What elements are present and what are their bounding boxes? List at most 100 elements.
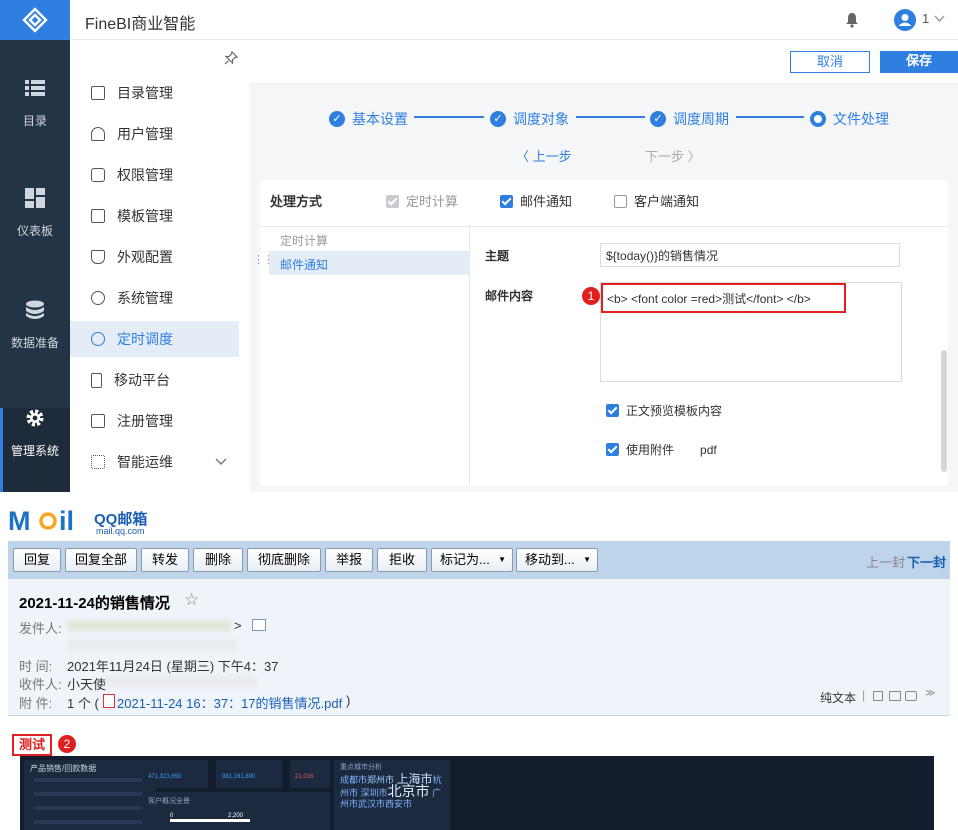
note-icon[interactable] bbox=[873, 691, 883, 701]
option-client-notify[interactable]: 客户端通知 bbox=[614, 191, 699, 210]
option-email-notify[interactable]: 邮件通知 bbox=[500, 191, 572, 210]
report-button[interactable]: 举报 bbox=[325, 548, 373, 572]
pin-icon[interactable] bbox=[224, 51, 238, 65]
recipient-redacted bbox=[106, 676, 256, 687]
ops-icon bbox=[91, 455, 105, 469]
panel-sales-title: 产品销售/回款数据 bbox=[30, 764, 97, 773]
next-step-button[interactable]: 下一步 〉 bbox=[645, 146, 701, 165]
permanent-delete-button[interactable]: 彻底删除 bbox=[247, 548, 321, 572]
subject-label: 主题 bbox=[485, 249, 510, 263]
prev-mail-link[interactable]: 上一封 bbox=[866, 552, 905, 571]
checkbox-icon bbox=[500, 195, 513, 208]
panel-toolbar: 取消 保存 bbox=[250, 40, 958, 84]
city-word: 深圳市 bbox=[360, 788, 388, 798]
city-word: 西安市 bbox=[385, 799, 413, 809]
to-label: 收件人: bbox=[19, 677, 62, 692]
print-icon[interactable] bbox=[905, 691, 917, 701]
step-connector bbox=[736, 116, 804, 118]
nav-item-dashboard[interactable]: 仪表板 bbox=[0, 188, 70, 278]
menu-item-permission[interactable]: 权限管理 bbox=[70, 157, 239, 193]
content-text: <b> <font color =red>测试</font> </b> bbox=[601, 283, 846, 313]
step-basic[interactable]: ✓ 基本设置 bbox=[329, 109, 408, 129]
preview-template-option[interactable]: 正文预览模板内容 bbox=[606, 402, 722, 419]
app-logo[interactable] bbox=[0, 0, 70, 40]
delete-button[interactable]: 删除 bbox=[193, 548, 243, 572]
reject-button[interactable]: 拒收 bbox=[377, 548, 427, 572]
menu-item-catalog[interactable]: 目录管理 bbox=[70, 75, 239, 111]
sender-suffix: > bbox=[234, 618, 242, 633]
option-scheduled-calc[interactable]: 定时计算 bbox=[386, 191, 458, 210]
menu-item-system[interactable]: 系统管理 bbox=[70, 280, 239, 316]
plain-text-link[interactable]: 纯文本 bbox=[820, 689, 856, 706]
step-label: 基本设置 bbox=[352, 111, 408, 127]
reply-button[interactable]: 回复 bbox=[13, 548, 61, 572]
clock-icon bbox=[91, 332, 105, 346]
expand-icon[interactable]: ≫ bbox=[925, 688, 935, 699]
menu-item-ops[interactable]: 智能运维 bbox=[70, 444, 239, 480]
step-period[interactable]: ✓ 调度周期 bbox=[650, 109, 729, 129]
checkbox-icon bbox=[606, 404, 619, 417]
menu-item-schedule[interactable]: 定时调度 bbox=[70, 321, 239, 357]
reply-all-button[interactable]: 回复全部 bbox=[65, 548, 137, 572]
menu-item-appearance[interactable]: 外观配置 bbox=[70, 239, 239, 275]
menu-item-mobile[interactable]: 移动平台 bbox=[70, 362, 239, 398]
contact-card-icon[interactable] bbox=[252, 619, 266, 631]
toolbar-separator: | bbox=[862, 688, 866, 702]
chevron-right-icon: 〉 bbox=[684, 149, 701, 164]
nav-item-catalog[interactable]: 目录 bbox=[0, 78, 70, 168]
to-value: 小天使 bbox=[67, 677, 107, 692]
left-navbar: 目录 仪表板 数据准备 管理系统 bbox=[0, 0, 70, 492]
pdf-icon bbox=[103, 694, 115, 708]
divider bbox=[469, 227, 470, 486]
mail-logo-icon: M il bbox=[8, 506, 74, 536]
drag-handle-icon[interactable]: ⋮⋮ bbox=[253, 253, 274, 266]
city-word: 北京市 bbox=[387, 783, 430, 799]
next-mail-link[interactable]: 下一封 bbox=[907, 552, 946, 571]
nav-item-admin[interactable]: 管理系统 bbox=[0, 408, 70, 492]
step-object[interactable]: ✓ 调度对象 bbox=[490, 109, 569, 129]
scrollbar[interactable] bbox=[941, 350, 947, 472]
cancel-button[interactable]: 取消 bbox=[790, 51, 870, 73]
callout-badge-2: 2 bbox=[58, 735, 76, 753]
open-icon[interactable] bbox=[889, 691, 901, 701]
menu-item-label: 注册管理 bbox=[117, 413, 173, 429]
nav-label: 目录 bbox=[22, 114, 47, 128]
top-header: FineBI商业智能 1 bbox=[70, 0, 958, 40]
list-item-calc[interactable]: 定时计算 bbox=[280, 232, 328, 249]
menu-item-user[interactable]: 用户管理 bbox=[70, 116, 239, 152]
check-icon: ✓ bbox=[650, 111, 666, 127]
template-icon bbox=[91, 209, 105, 223]
lock-icon bbox=[91, 168, 105, 182]
prev-step-button[interactable]: 〈 上一步 bbox=[516, 146, 572, 165]
list-item-email[interactable]: 邮件通知 bbox=[280, 256, 328, 273]
chevron-down-icon[interactable] bbox=[934, 15, 945, 23]
dashboard-icon bbox=[25, 188, 45, 208]
scale-min: 0 bbox=[170, 813, 174, 819]
subject-input[interactable]: ${today()}的销售情况 bbox=[600, 243, 900, 267]
move-to-dropdown[interactable]: 移动到... ▼ bbox=[516, 548, 598, 572]
menu-item-label: 外观配置 bbox=[117, 249, 173, 265]
scale-max: 2,200 bbox=[228, 813, 244, 819]
bell-icon[interactable] bbox=[845, 12, 859, 28]
qqmail-domain: mail.qq.com bbox=[96, 526, 145, 536]
star-icon[interactable]: ☆ bbox=[184, 590, 199, 610]
forward-button[interactable]: 转发 bbox=[141, 548, 189, 572]
avatar[interactable] bbox=[894, 9, 916, 31]
menu-item-template[interactable]: 模板管理 bbox=[70, 198, 239, 234]
brush-icon bbox=[91, 250, 105, 264]
attachment-link[interactable]: 2021-11-24 16：37：17的销售情况.pdf bbox=[117, 693, 342, 712]
city-word: 武汉市 bbox=[358, 799, 386, 809]
save-button[interactable]: 保存 bbox=[880, 51, 958, 73]
user-name[interactable]: 1 bbox=[922, 11, 929, 26]
nav-item-data-prep[interactable]: 数据准备 bbox=[0, 300, 70, 390]
city-cloud: 成都市郑州市 上海市杭州市 深圳市北京市 广州市武汉市西安市 bbox=[340, 773, 448, 810]
menu-item-label: 智能运维 bbox=[117, 454, 173, 470]
kpi-value: 981,161,890 bbox=[222, 774, 256, 780]
time-label: 时 间: bbox=[19, 659, 53, 674]
step-file[interactable]: 文件处理 bbox=[810, 109, 889, 129]
menu-item-register[interactable]: 注册管理 bbox=[70, 403, 239, 439]
catalog-icon bbox=[91, 86, 105, 100]
chevron-left-icon: 〈 bbox=[516, 149, 533, 164]
use-attachment-option[interactable]: 使用附件 pdf bbox=[606, 441, 717, 458]
mark-as-dropdown[interactable]: 标记为... ▼ bbox=[431, 548, 513, 572]
